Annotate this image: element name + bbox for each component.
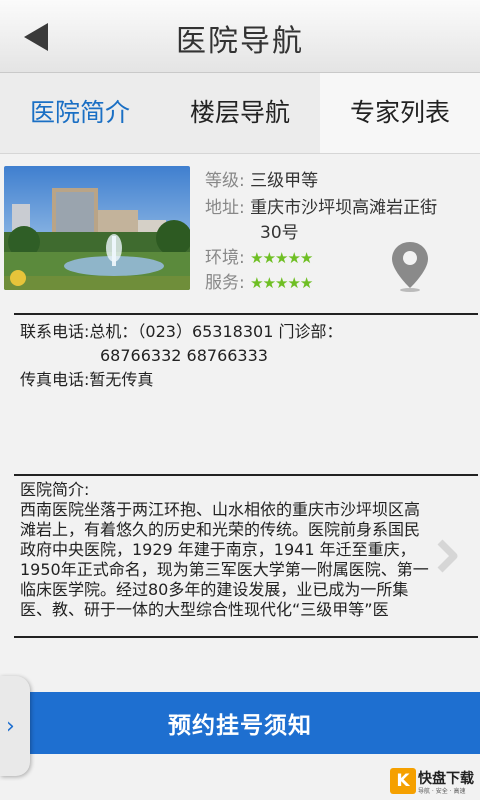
divider: [14, 474, 478, 476]
phone-label: 联系电话:: [20, 322, 90, 341]
phone-line2: 68766332 68766333: [100, 346, 268, 365]
watermark-subtitle: 导航 · 安全 · 高速: [418, 788, 466, 795]
watermark-logo: K 快盘下载 导航 · 安全 · 高速: [388, 766, 480, 800]
tab-expert-list[interactable]: 专家列表: [320, 73, 480, 153]
divider: [14, 313, 478, 315]
level-value: 三级甲等: [250, 171, 319, 191]
hospital-level: 等级: 三级甲等: [205, 166, 318, 191]
fax-value: 暂无传真: [89, 370, 154, 389]
intro-body: 西南医院坐落于两江环抱、山水相依的重庆市沙坪坝区高滩岩上，有着悠久的历史和光荣的…: [20, 500, 429, 619]
fax-label: 传真电话:: [20, 370, 90, 389]
appointment-notice-label: 预约挂号须知: [168, 713, 312, 739]
phone-row: 联系电话:总机：（023）65318301 门诊部：: [20, 320, 470, 344]
tab-hospital-intro[interactable]: 医院简介: [0, 73, 160, 153]
environment-label: 环境:: [205, 248, 245, 268]
appointment-notice-button[interactable]: 预约挂号须知: [0, 692, 480, 754]
chevron-right-icon: ›: [6, 714, 15, 739]
service-label: 服务:: [205, 273, 245, 293]
environment-rating: 环境: ★★★★★: [205, 243, 313, 268]
environment-star-icons: ★★★★★: [250, 249, 313, 267]
chevron-right-icon: [437, 539, 458, 573]
fax-row: 传真电话:暂无传真: [20, 368, 470, 392]
address-line2: 30号: [260, 223, 299, 243]
map-location-button[interactable]: [388, 240, 432, 292]
hospital-intro-text: 医院简介: 西南医院坐落于两江环抱、山水相依的重庆市沙坪坝区高滩岩上，有着悠久的…: [20, 480, 432, 634]
service-rating: 服务: ★★★★★: [205, 268, 313, 293]
phone-line1: 总机：（023）65318301 门诊部：: [89, 322, 343, 341]
k-logo-icon: K: [390, 768, 416, 794]
level-label: 等级:: [205, 171, 245, 191]
tab-bar: 医院简介 楼层导航 专家列表: [0, 73, 480, 154]
location-pin-icon: [392, 242, 428, 292]
tab-floor-navigation[interactable]: 楼层导航: [160, 73, 320, 153]
service-star-icons: ★★★★★: [250, 274, 313, 292]
title-bar: 医院导航: [0, 0, 480, 73]
hospital-photo: [4, 166, 190, 290]
watermark-title: 快盘下载: [418, 771, 474, 787]
address-label: 地址:: [205, 198, 245, 218]
side-drawer-handle[interactable]: ›: [0, 676, 30, 776]
contact-section: 联系电话:总机：（023）65318301 门诊部： 68766332 6876…: [20, 320, 470, 392]
intro-heading: 医院简介:: [20, 480, 90, 499]
page-title: 医院导航: [176, 24, 304, 59]
hospital-address: 地址: 重庆市沙坪坝高滩岩正街 30号: [205, 193, 475, 243]
address-line1: 重庆市沙坪坝高滩岩正街: [250, 198, 438, 218]
expand-intro-button[interactable]: [432, 536, 462, 576]
divider: [14, 636, 478, 638]
